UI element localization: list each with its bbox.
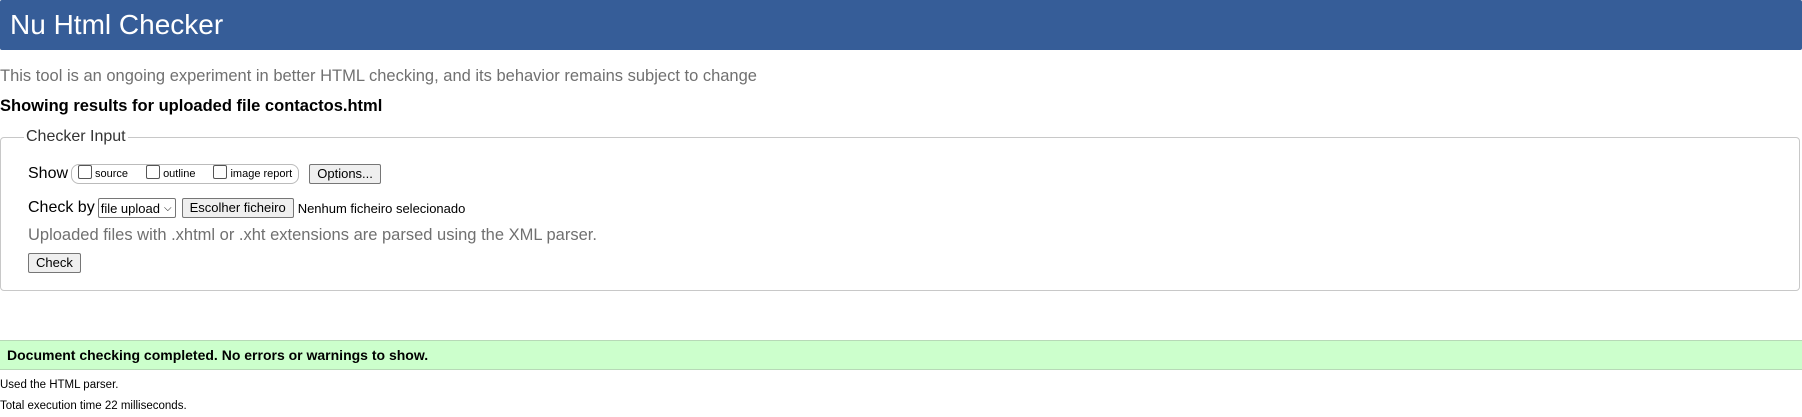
show-label: Show [28,165,69,182]
xml-parser-note: Uploaded files with .xhtml or .xht exten… [28,226,597,244]
page: Nu Html Checker This tool is an ongoing … [0,0,1802,417]
execution-time-note: Total execution time 22 milliseconds. [0,400,187,412]
options-button[interactable]: Options... [309,164,381,184]
intro-text: This tool is an ongoing experiment in be… [0,67,757,85]
checker-input-legend: Checker Input [24,128,128,146]
check-by-select[interactable]: file upload ⌵ [97,198,176,218]
parser-used-note: Used the HTML parser. [0,379,119,391]
check-by-row: Check by file upload ⌵ Escolher ficheiro… [28,198,465,218]
check-by-label: Check by [28,199,95,216]
show-row: Show source outline image report Options… [28,164,381,184]
check-button[interactable]: Check [28,253,81,273]
results-heading: Showing results for uploaded file contac… [0,97,383,115]
source-checkbox-label: source [95,168,129,180]
success-message-bar: Document checking completed. No errors o… [0,340,1802,370]
show-options-group: source outline image report [71,164,300,184]
outline-checkbox-label: outline [163,168,196,180]
page-title: Nu Html Checker [10,9,224,40]
image-report-checkbox[interactable] [213,165,228,179]
choose-file-button[interactable]: Escolher ficheiro [181,198,294,218]
image-report-checkbox-label: image report [230,168,293,180]
chevron-down-icon: ⌵ [163,202,172,214]
file-status-text: Nenhum ficheiro selecionado [297,200,466,216]
source-checkbox[interactable] [78,165,93,179]
header-bar: Nu Html Checker [0,0,1802,50]
check-by-selected-value: file upload [100,200,160,216]
success-message: Document checking completed. No errors o… [7,347,429,363]
outline-checkbox[interactable] [146,165,161,179]
